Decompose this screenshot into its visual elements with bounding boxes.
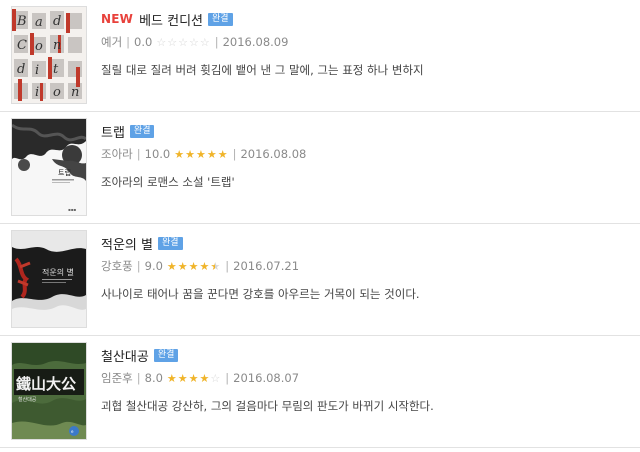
svg-text:o: o [53, 85, 61, 100]
book-author[interactable]: 조아라 [101, 146, 133, 162]
completed-badge: 완결 [129, 124, 155, 138]
book-description: 괴협 철산대공 강산하, 그의 걸음마다 무림의 판도가 바뀌기 시작한다. [101, 399, 434, 413]
book-title[interactable]: 트랩 [101, 122, 125, 141]
star-icon: ★ [185, 147, 195, 161]
rating-stars: ☆ ☆ ☆ ☆ ☆ [156, 37, 210, 48]
rating-stars: ★ ★ ★ ★ ★ [167, 261, 221, 272]
svg-text:d: d [53, 14, 61, 29]
svg-text:C: C [17, 38, 27, 53]
star-icon: ★ [217, 147, 228, 161]
star-icon: ☆ [167, 35, 178, 49]
book-author[interactable]: 임준후 [101, 370, 133, 386]
separator: | [126, 35, 131, 49]
star-icon: ★ [166, 371, 177, 385]
separator: | [136, 147, 141, 161]
star-icon: ☆ [178, 35, 188, 49]
book-date: 2016.08.07 [233, 371, 300, 385]
completed-badge: 완결 [153, 348, 179, 362]
book-title[interactable]: 철산대공 [101, 346, 149, 365]
svg-text:i: i [35, 85, 39, 100]
list-item[interactable]: 트랩 ▪▪▪ 트랩 완결 조아라 | 10.0 ★ ★ ★ ★ ★ | 2016.08.… [0, 112, 640, 224]
book-cover[interactable]: 트랩 ▪▪▪ [12, 119, 86, 215]
star-icon: ☆ [188, 35, 199, 49]
list-item[interactable]: 적운의 별 적운의 별 완결 강호풍 | 9.0 ★ ★ ★ ★ ★ | 2016.07… [0, 224, 640, 336]
cover-title-text: 鐵山大公 [16, 375, 76, 393]
book-cover[interactable]: 鐵山大公 철산대공 e [12, 343, 86, 439]
separator: | [214, 35, 219, 49]
book-list: Bad Con dit ion NEW 베드 컨디션 완결 예거 | 0.0 ☆… [0, 0, 640, 448]
book-rating: 10.0 [144, 147, 171, 161]
book-author[interactable]: 강호풍 [101, 258, 133, 274]
cover-art-red-star: 적운의 별 [12, 231, 86, 327]
cover-art-trap: 트랩 ▪▪▪ [12, 119, 86, 215]
book-info: 철산대공 완결 임준후 | 8.0 ★ ★ ★ ★ ☆ | 2016.08.07 괴협 … [101, 346, 630, 414]
rating-stars: ★ ★ ★ ★ ★ [174, 149, 228, 160]
book-rating: 8.0 [144, 371, 163, 385]
cover-art-iron-mountain: 鐵山大公 철산대공 e [12, 343, 86, 439]
book-info: NEW 베드 컨디션 완결 예거 | 0.0 ☆ ☆ ☆ ☆ ☆ | 2016.08.0… [101, 10, 630, 78]
svg-text:a: a [35, 15, 43, 30]
separator: | [225, 259, 230, 273]
book-description: 조아라의 로맨스 소설 '트랩' [101, 175, 235, 189]
star-icon: ★ [199, 259, 210, 273]
separator: | [136, 259, 141, 273]
book-date: 2016.08.09 [222, 35, 289, 49]
svg-text:o: o [35, 39, 43, 54]
svg-text:B: B [16, 14, 27, 29]
cover-title-text: 트랩 [58, 169, 71, 177]
rating-stars: ★ ★ ★ ★ ☆ [167, 373, 221, 384]
list-item[interactable]: 鐵山大公 철산대공 e 철산대공 완결 임준후 | 8.0 ★ ★ ★ ★ ☆ | 20… [0, 336, 640, 448]
star-icon: ☆ [156, 35, 167, 49]
book-author[interactable]: 예거 [101, 34, 122, 50]
star-icon: ★ [166, 259, 177, 273]
cover-art-bad-condition: Bad Con dit ion [12, 7, 86, 103]
book-title[interactable]: 베드 컨디션 [139, 10, 203, 29]
svg-text:▪▪▪: ▪▪▪ [68, 207, 76, 212]
star-icon: ★ [199, 371, 210, 385]
star-icon: ★ [188, 371, 199, 385]
separator: | [136, 371, 141, 385]
star-icon: ★ [206, 147, 217, 161]
completed-badge: 완결 [157, 236, 183, 250]
book-rating: 0.0 [134, 35, 153, 49]
star-icon: ★ [174, 147, 185, 161]
star-icon: ☆ [199, 35, 210, 49]
list-item[interactable]: Bad Con dit ion NEW 베드 컨디션 완결 예거 | 0.0 ☆… [0, 0, 640, 112]
svg-text:t: t [53, 62, 59, 77]
star-icon: ★ [177, 371, 188, 385]
new-tag: NEW [101, 12, 134, 26]
book-cover[interactable]: 적운의 별 [12, 231, 86, 327]
book-title[interactable]: 적운의 별 [101, 234, 153, 253]
star-icon: ☆ [210, 371, 221, 385]
book-cover[interactable]: Bad Con dit ion [12, 7, 86, 103]
star-icon: ★ [188, 259, 199, 273]
book-date: 2016.07.21 [233, 259, 300, 273]
completed-badge: 완결 [208, 12, 233, 26]
separator: | [225, 371, 230, 385]
svg-text:n: n [71, 85, 79, 100]
svg-text:d: d [17, 62, 25, 77]
cover-title-text: 적운의 별 [42, 267, 74, 277]
cover-subtitle-text: 철산대공 [18, 396, 37, 403]
star-icon: ★ [177, 259, 188, 273]
book-info: 트랩 완결 조아라 | 10.0 ★ ★ ★ ★ ★ | 2016.08.08 조아라의… [101, 122, 630, 190]
svg-text:n: n [53, 38, 61, 53]
star-icon: ★ [195, 147, 206, 161]
book-date: 2016.08.08 [240, 147, 307, 161]
svg-text:i: i [35, 63, 39, 78]
book-rating: 9.0 [144, 259, 163, 273]
book-info: 적운의 별 완결 강호풍 | 9.0 ★ ★ ★ ★ ★ | 2016.07.21 사나… [101, 234, 630, 302]
star-icon: ★ [210, 259, 221, 273]
separator: | [232, 147, 237, 161]
book-description: 사나이로 태어나 꿈을 꾼다면 강호를 아우르는 거목이 되는 것이다. [101, 287, 420, 301]
book-description: 질릴 대로 질려 버려 휫김에 뱉어 낸 그 말에, 그는 표정 하나 변하지 [101, 63, 424, 77]
